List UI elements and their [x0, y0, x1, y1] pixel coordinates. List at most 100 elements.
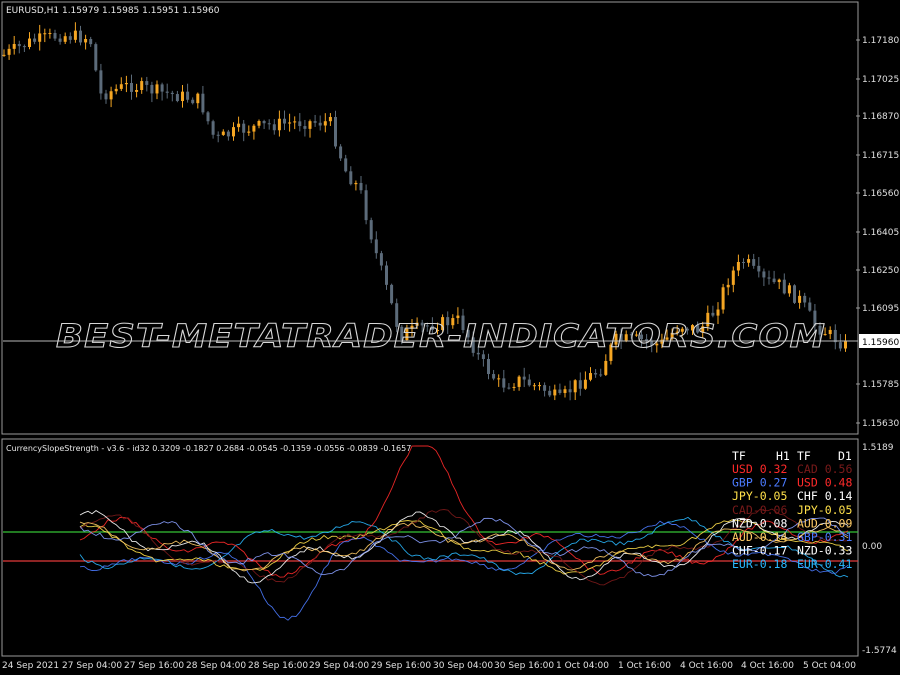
candle-body [359, 182, 363, 191]
candle-body [216, 134, 220, 136]
candle-body [298, 121, 302, 127]
candle-body [334, 117, 337, 147]
candle-body [487, 358, 490, 375]
candle-body [793, 285, 796, 303]
candle-body [747, 259, 751, 263]
candle-body [303, 126, 307, 129]
watermark: BEST-METATRADER-INDICATORS.COM [56, 317, 826, 355]
indicator-tick: 0.00 [862, 542, 882, 552]
price-tick: 1.17025 [862, 75, 899, 85]
candle-body [563, 389, 567, 393]
candle-body [145, 81, 149, 85]
time-tick: 30 Sep 16:00 [494, 661, 554, 671]
candle-body [160, 84, 164, 92]
candle-body [578, 380, 582, 389]
candle-body [89, 39, 93, 45]
candle-body [130, 82, 133, 92]
candle-body [538, 385, 541, 387]
candle-body [742, 261, 745, 263]
indicator-title: CurrencySlopeStrength - v3.6 - id32 0.32… [6, 444, 411, 453]
candle-body [283, 118, 286, 124]
time-tick: 27 Sep 16:00 [124, 661, 184, 671]
table-cell-h1: AUD-0.14 [732, 530, 787, 544]
candle-body [181, 91, 184, 102]
candle-body [328, 117, 332, 122]
candle-body [512, 386, 516, 388]
candle-body [369, 220, 373, 240]
candle-body [339, 146, 343, 159]
candle-body [767, 277, 771, 279]
candle-body [2, 54, 6, 56]
time-tick: 29 Sep 04:00 [309, 661, 369, 671]
table-cell-h1: CHF-0.17 [732, 544, 787, 558]
candle-body [191, 99, 195, 104]
candle-body [124, 82, 128, 85]
table-cell-h1: EUR-0.18 [732, 557, 787, 571]
candle-body [364, 190, 368, 221]
candle-body [114, 88, 118, 92]
candle-body [522, 376, 526, 380]
candle-body [79, 30, 82, 43]
time-tick: 1 Oct 04:00 [556, 661, 609, 671]
candle-body [252, 125, 256, 132]
candle-body [803, 295, 807, 303]
candle-body [583, 379, 587, 389]
candle-body [481, 354, 485, 359]
candle-body [165, 91, 169, 93]
time-tick: 4 Oct 16:00 [680, 661, 733, 671]
candle-body [787, 285, 791, 294]
candle-body [206, 112, 210, 122]
chart-window[interactable]: 1.15960 1.17180 1.17025 1.16870 1.16715 … [0, 0, 900, 675]
candle-body [267, 123, 271, 125]
candle-body [140, 81, 144, 91]
candle-body [196, 93, 200, 104]
candle-body [716, 309, 720, 316]
table-cell-d1: CAD 0.56 [797, 462, 852, 476]
table-cell-h1: JPY-0.05 [732, 489, 787, 503]
price-tick: 1.17180 [862, 36, 899, 46]
candle-body [33, 38, 37, 42]
candle-body [844, 340, 847, 349]
time-tick: 5 Oct 04:00 [803, 661, 856, 671]
candle-body [711, 312, 715, 316]
candle-body [349, 171, 353, 185]
candle-body [497, 378, 501, 380]
candle-body [104, 93, 108, 100]
candle-body [247, 131, 251, 133]
candle-body [84, 39, 88, 43]
candle-body [150, 84, 154, 94]
candle-body [721, 287, 725, 310]
candle-body [170, 92, 174, 95]
table-cell-d1: EUR-0.41 [797, 557, 852, 571]
table-cell-d1: NZD-0.33 [797, 544, 852, 558]
candle-body [73, 30, 77, 40]
candle-body [604, 360, 608, 375]
candle-body [272, 124, 276, 131]
time-tick: 30 Sep 04:00 [433, 661, 493, 671]
time-tick: 28 Sep 04:00 [186, 661, 246, 671]
candle-body [119, 84, 123, 89]
candle-body [507, 387, 511, 389]
price-tick: 1.16560 [862, 189, 899, 199]
candle-body [532, 385, 536, 387]
candle-body [211, 121, 215, 135]
time-tick: 27 Sep 04:00 [62, 661, 122, 671]
candle-body [53, 33, 57, 39]
candle-body [757, 265, 761, 272]
candle-body [63, 36, 67, 42]
candle-body [731, 270, 735, 285]
indicator-tick: -1.5774 [862, 646, 897, 656]
candle-body [527, 379, 531, 386]
candle-body [492, 374, 496, 379]
candle-body [777, 279, 781, 283]
candle-body [94, 44, 98, 71]
candle-body [313, 121, 317, 123]
candle-body [12, 43, 16, 49]
candle-body [558, 389, 562, 393]
candle-body [277, 118, 281, 131]
table-cell-d1: JPY-0.05 [797, 503, 852, 517]
candle-body [752, 259, 756, 266]
candle-body [374, 239, 378, 254]
time-tick: 29 Sep 16:00 [371, 661, 431, 671]
candle-body [17, 43, 21, 47]
